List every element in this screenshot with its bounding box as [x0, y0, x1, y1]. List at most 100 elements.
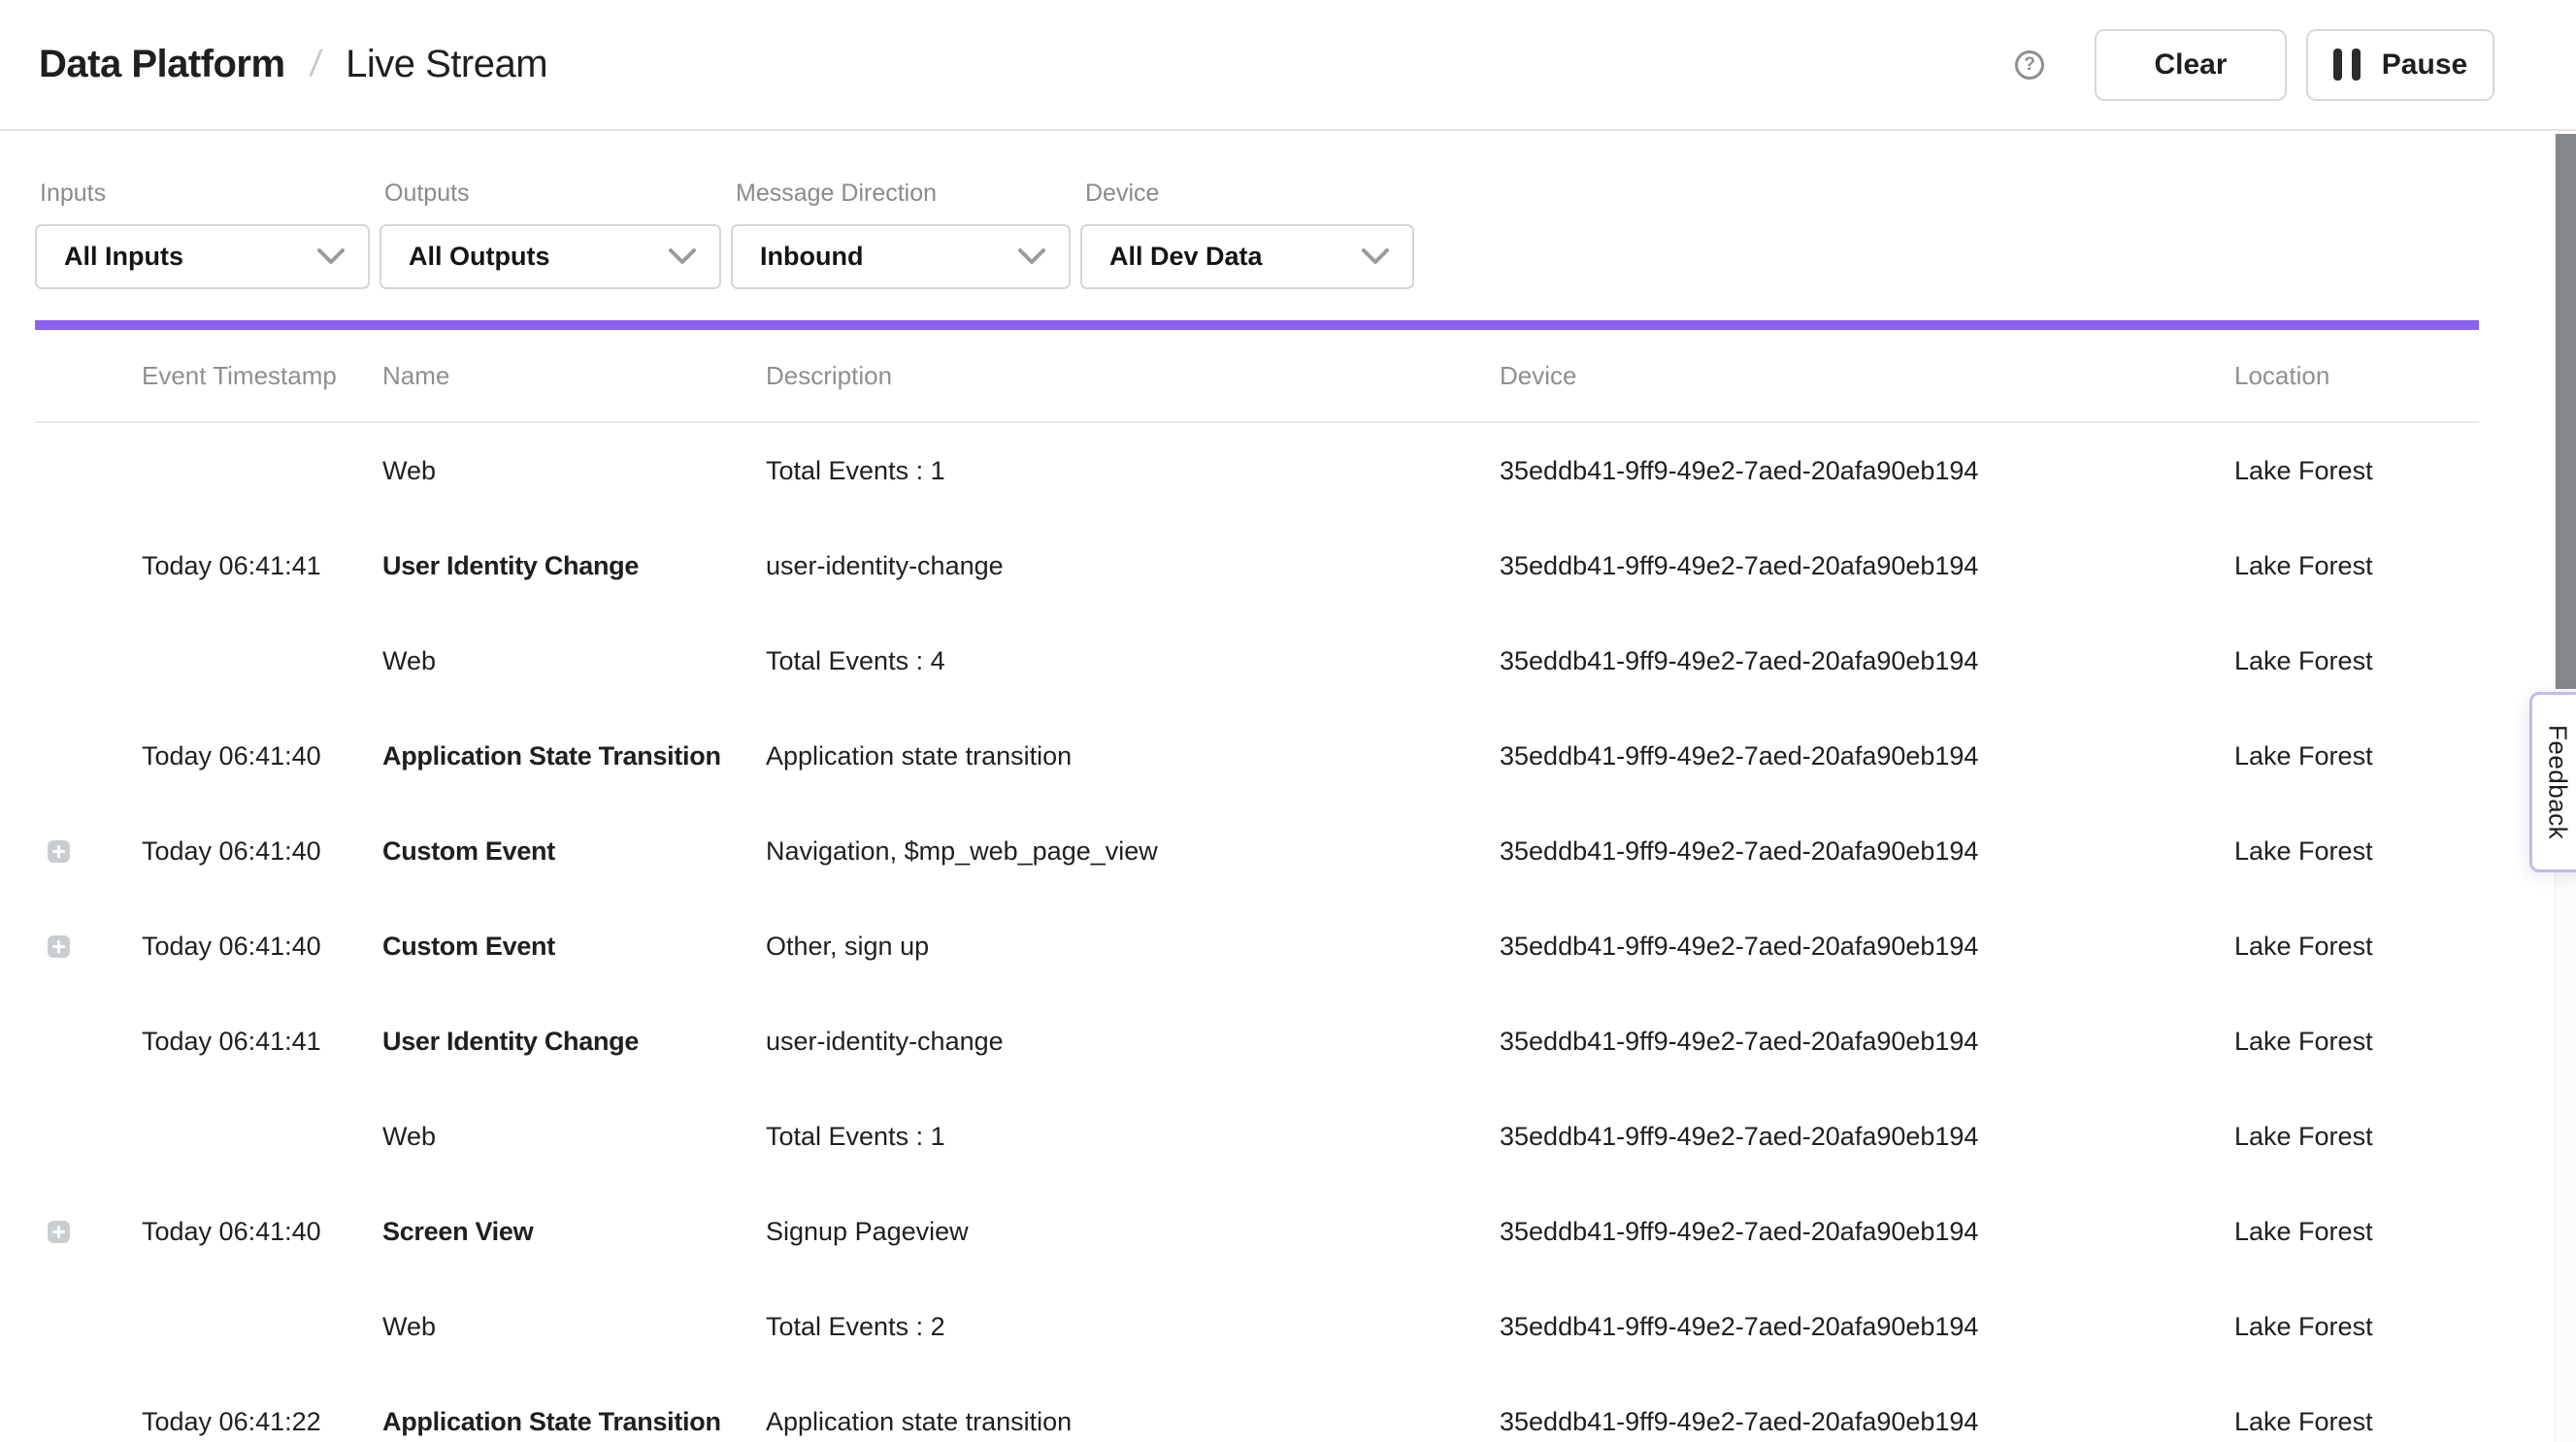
cell-description: Other, sign up: [766, 932, 1500, 962]
filter-device: Device All Dev Data: [1080, 180, 1414, 289]
chevron-down-icon: [317, 248, 345, 266]
cell-description: user-identity-change: [766, 551, 1500, 581]
expander-cell: [35, 650, 142, 672]
table-row[interactable]: Today 06:41:40 Custom Event Navigation, …: [35, 803, 2479, 899]
expander-cell: [35, 460, 142, 482]
cell-description: Application state transition: [766, 741, 1500, 771]
cell-device: 35eddb41-9ff9-49e2-7aed-20afa90eb194: [1500, 741, 2234, 771]
cell-device: 35eddb41-9ff9-49e2-7aed-20afa90eb194: [1500, 551, 2234, 581]
clear-button[interactable]: Clear: [2095, 29, 2287, 101]
expander-cell: [35, 1126, 142, 1148]
cell-name: Screen View: [382, 1217, 766, 1247]
header-actions: ? Clear Pause: [2015, 29, 2494, 101]
pause-button-label: Pause: [2382, 49, 2467, 82]
cell-device: 35eddb41-9ff9-49e2-7aed-20afa90eb194: [1500, 836, 2234, 867]
inputs-dropdown-value: All Inputs: [64, 242, 183, 272]
feedback-tab[interactable]: Feedback: [2529, 692, 2576, 872]
outputs-dropdown-value: All Outputs: [409, 242, 549, 272]
cell-name: Web: [382, 1122, 766, 1152]
outputs-dropdown[interactable]: All Outputs: [380, 224, 721, 289]
cell-name: User Identity Change: [382, 551, 766, 581]
cell-location: Lake Forest: [2234, 741, 2479, 771]
breadcrumb: Data Platform / Live Stream: [39, 43, 547, 86]
table-row[interactable]: Web Total Events : 1 35eddb41-9ff9-49e2-…: [35, 1089, 2479, 1184]
table-row[interactable]: Today 06:41:22 Application State Transit…: [35, 1374, 2479, 1442]
table-row[interactable]: Today 06:41:40 Screen View Signup Pagevi…: [35, 1184, 2479, 1279]
inputs-dropdown[interactable]: All Inputs: [35, 224, 370, 289]
expander-cell: [35, 1316, 142, 1338]
table-body: Web Total Events : 1 35eddb41-9ff9-49e2-…: [35, 423, 2576, 1442]
cell-location: Lake Forest: [2234, 932, 2479, 962]
filter-device-label: Device: [1080, 180, 1414, 208]
cell-device: 35eddb41-9ff9-49e2-7aed-20afa90eb194: [1500, 1407, 2234, 1437]
cell-device: 35eddb41-9ff9-49e2-7aed-20afa90eb194: [1500, 932, 2234, 962]
page-title: Live Stream: [346, 43, 547, 86]
filter-inputs: Inputs All Inputs: [35, 180, 370, 289]
cell-location: Lake Forest: [2234, 456, 2479, 486]
cell-location: Lake Forest: [2234, 1312, 2479, 1342]
cell-name: Application State Transition: [382, 741, 766, 771]
cell-name: Custom Event: [382, 932, 766, 962]
help-icon[interactable]: ?: [2015, 50, 2044, 80]
table-header-row: Event Timestamp Name Description Device …: [35, 330, 2479, 423]
cell-description: Total Events : 4: [766, 646, 1500, 676]
breadcrumb-parent[interactable]: Data Platform: [39, 43, 285, 86]
expand-row-button[interactable]: [48, 840, 70, 863]
filter-outputs: Outputs All Outputs: [380, 180, 721, 289]
filter-outputs-label: Outputs: [380, 180, 721, 208]
expander-cell: [35, 840, 142, 863]
cell-description: Total Events : 1: [766, 456, 1500, 486]
chevron-down-icon: [669, 248, 696, 266]
cell-event-timestamp: Today 06:41:22: [142, 1407, 382, 1437]
feedback-tab-label: Feedback: [2543, 725, 2573, 839]
device-dropdown[interactable]: All Dev Data: [1080, 224, 1414, 289]
filter-inputs-label: Inputs: [35, 180, 370, 208]
cell-device: 35eddb41-9ff9-49e2-7aed-20afa90eb194: [1500, 1312, 2234, 1342]
message-direction-dropdown[interactable]: Inbound: [731, 224, 1071, 289]
table-row[interactable]: Today 06:41:41 User Identity Change user…: [35, 994, 2479, 1089]
chevron-down-icon: [1018, 248, 1045, 266]
filter-message-direction-label: Message Direction: [731, 180, 1071, 208]
expand-row-button[interactable]: [48, 1221, 70, 1243]
cell-location: Lake Forest: [2234, 836, 2479, 867]
chevron-down-icon: [1362, 248, 1389, 266]
expander-cell: [35, 1411, 142, 1433]
cell-location: Lake Forest: [2234, 1407, 2479, 1437]
expand-row-button[interactable]: [48, 935, 70, 958]
cell-device: 35eddb41-9ff9-49e2-7aed-20afa90eb194: [1500, 646, 2234, 676]
page-header: Data Platform / Live Stream ? Clear Paus…: [0, 0, 2576, 131]
cell-event-timestamp: Today 06:41:41: [142, 551, 382, 581]
accent-divider: [35, 320, 2479, 330]
pause-button[interactable]: Pause: [2306, 29, 2494, 101]
cell-name: Custom Event: [382, 836, 766, 867]
cell-event-timestamp: Today 06:41:41: [142, 1027, 382, 1057]
message-direction-dropdown-value: Inbound: [760, 242, 863, 272]
cell-name: Web: [382, 1312, 766, 1342]
cell-event-timestamp: Today 06:41:40: [142, 1217, 382, 1247]
table-row[interactable]: Web Total Events : 1 35eddb41-9ff9-49e2-…: [35, 423, 2479, 518]
table-row[interactable]: Web Total Events : 4 35eddb41-9ff9-49e2-…: [35, 613, 2479, 708]
table-row[interactable]: Today 06:41:40 Application State Transit…: [35, 708, 2479, 803]
table-row[interactable]: Web Total Events : 2 35eddb41-9ff9-49e2-…: [35, 1279, 2479, 1374]
filter-message-direction: Message Direction Inbound: [731, 180, 1071, 289]
cell-name: Web: [382, 646, 766, 676]
scrollbar-thumb[interactable]: [2556, 134, 2576, 689]
cell-device: 35eddb41-9ff9-49e2-7aed-20afa90eb194: [1500, 456, 2234, 486]
table-row[interactable]: Today 06:41:41 User Identity Change user…: [35, 518, 2479, 613]
breadcrumb-separator-icon: /: [308, 44, 324, 85]
cell-description: Application state transition: [766, 1407, 1500, 1437]
cell-location: Lake Forest: [2234, 1027, 2479, 1057]
cell-description: Total Events : 1: [766, 1122, 1500, 1152]
expander-cell: [35, 555, 142, 577]
cell-location: Lake Forest: [2234, 646, 2479, 676]
table-row[interactable]: Today 06:41:40 Custom Event Other, sign …: [35, 899, 2479, 994]
cell-device: 35eddb41-9ff9-49e2-7aed-20afa90eb194: [1500, 1122, 2234, 1152]
column-header-device: Device: [1500, 361, 2234, 391]
cell-location: Lake Forest: [2234, 551, 2479, 581]
live-stream-table: Event Timestamp Name Description Device …: [35, 330, 2576, 1442]
cell-event-timestamp: Today 06:41:40: [142, 932, 382, 962]
column-header-description: Description: [766, 361, 1500, 391]
expander-cell: [35, 935, 142, 958]
cell-description: Signup Pageview: [766, 1217, 1500, 1247]
filter-bar: Inputs All Inputs Outputs All Outputs Me…: [0, 131, 2576, 289]
